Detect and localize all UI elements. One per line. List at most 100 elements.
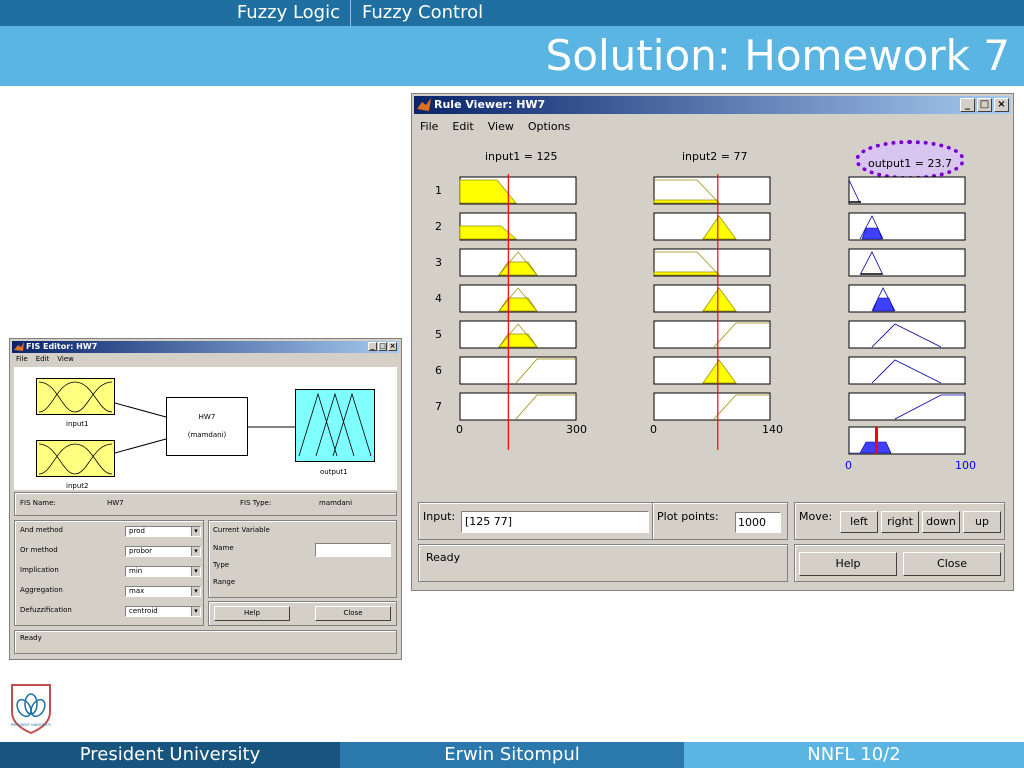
implication-value: min <box>129 567 143 575</box>
output1-label: output1 <box>320 468 348 476</box>
or-method-value: probor <box>129 547 153 555</box>
move-label: Move: <box>799 510 833 523</box>
plot-points-value: 1000 <box>738 516 766 529</box>
fis-editor-titlebar[interactable]: FIS Editor: HW7 _ □ × <box>12 341 399 353</box>
president-university-logo: PRESIDENT UNIVERSITY <box>8 682 54 735</box>
input-label: Input: <box>423 510 456 523</box>
rule-3-input2-mf <box>653 271 720 276</box>
menu-view[interactable]: View <box>57 355 74 363</box>
input1-mf-box[interactable] <box>36 378 115 415</box>
rule-viewer-buttons-panel: Help Close <box>794 544 1005 582</box>
chevron-down-icon: ▾ <box>191 527 200 536</box>
defuzzification-dropdown[interactable]: centroid ▾ <box>125 606 201 617</box>
output-axis-max: 100 <box>955 459 976 472</box>
chevron-down-icon: ▾ <box>191 547 200 556</box>
nav-section-fuzzy-control[interactable]: Fuzzy Control <box>362 0 483 26</box>
fis-info-panel: FIS Name: HW7 FIS Type: mamdani <box>14 492 397 516</box>
input2-mf-plot <box>38 443 113 475</box>
rule-7-input2-box <box>653 392 771 421</box>
fis-diagram-area: input1 input2 HW7 (mamdani) output1 <box>14 367 397 490</box>
fis-status-panel: Ready <box>14 630 397 654</box>
close-window-button[interactable]: × <box>388 342 397 351</box>
aggregation-label: Aggregation <box>20 586 63 594</box>
close-button[interactable]: Close <box>315 606 391 621</box>
or-method-dropdown[interactable]: probor ▾ <box>125 546 201 557</box>
nav-section-fuzzy-logic[interactable]: Fuzzy Logic <box>237 0 350 26</box>
fis-editor-menubar: File Edit View <box>16 355 82 363</box>
status-text: Ready <box>426 551 461 564</box>
plot-points-label: Plot points: <box>657 510 719 523</box>
slide-title: Solution: Homework 7 <box>545 31 1010 80</box>
input1-mf-plot <box>38 381 113 413</box>
fis-system-box[interactable]: HW7 (mamdani) <box>166 397 248 456</box>
rule-5-input2-box <box>653 320 771 349</box>
defuzzification-label: Defuzzification <box>20 606 72 614</box>
rule-7-output-box <box>848 392 966 421</box>
move-up-button[interactable]: up <box>963 511 1001 533</box>
input2-label: input2 <box>66 482 89 490</box>
minimize-button[interactable]: _ <box>368 342 377 351</box>
help-button[interactable]: Help <box>799 552 897 576</box>
name-label: Name <box>213 544 234 552</box>
input2-axis-min: 0 <box>650 423 657 436</box>
input-vector-value: [125 77] <box>465 515 513 528</box>
rule-5-output-box <box>848 320 966 349</box>
help-button[interactable]: Help <box>214 606 290 621</box>
output-column <box>848 176 966 455</box>
rule-viewer-status-panel: Ready <box>418 544 788 582</box>
move-panel: Move: left right down up <box>794 502 1005 540</box>
rule-plots-canvas[interactable] <box>412 94 1013 474</box>
fis-editor-window: FIS Editor: HW7 _ □ × File Edit View input… <box>9 338 402 660</box>
input2-column <box>653 174 771 450</box>
rule-6-output-box <box>848 356 966 385</box>
move-left-button[interactable]: left <box>840 511 878 533</box>
footer-author: Erwin Sitompul <box>340 742 684 768</box>
rule-1-input2-mf <box>653 199 720 204</box>
variable-name-field[interactable] <box>315 543 391 557</box>
output1-mf-box[interactable] <box>295 389 375 462</box>
close-button[interactable]: Close <box>903 552 1001 576</box>
matlab-logo-icon <box>14 342 24 351</box>
type-label: Type <box>213 561 230 569</box>
system-name: HW7 <box>198 413 216 421</box>
menu-edit[interactable]: Edit <box>36 355 50 363</box>
fis-type-label: FIS Type: <box>240 499 272 507</box>
aggregation-value: max <box>129 587 145 595</box>
rule-4-output-box <box>848 284 966 313</box>
chevron-down-icon: ▾ <box>191 567 200 576</box>
move-right-button[interactable]: right <box>881 511 919 533</box>
menu-file[interactable]: File <box>16 355 28 363</box>
fis-type-value: mamdani <box>319 499 353 507</box>
fis-name-label: FIS Name: <box>20 499 56 507</box>
slide-title-band: Solution: Homework 7 <box>0 26 1024 86</box>
logo-text: PRESIDENT UNIVERSITY <box>11 723 52 727</box>
and-method-dropdown[interactable]: prod ▾ <box>125 526 201 537</box>
footer-course-page: NNFL 10/2 <box>684 742 1024 768</box>
rule-7-input1-box <box>459 392 577 421</box>
input-vector-field[interactable]: [125 77] <box>461 511 649 533</box>
rule-viewer-window: Rule Viewer: HW7 _ □ × File Edit View Optio… <box>411 93 1014 591</box>
input1-axis-max: 300 <box>566 423 587 436</box>
implication-dropdown[interactable]: min ▾ <box>125 566 201 577</box>
input1-label: input1 <box>66 420 89 428</box>
current-variable-panel: Current Variable Name Type Range <box>208 520 397 598</box>
university-crest-icon: PRESIDENT UNIVERSITY <box>11 684 52 735</box>
system-type: (mamdani) <box>187 431 227 439</box>
plot-points-panel: Plot points: 1000 <box>652 502 788 540</box>
footer-university: President University <box>0 742 340 768</box>
input2-mf-box[interactable] <box>36 440 115 477</box>
move-down-button[interactable]: down <box>922 511 960 533</box>
or-method-label: Or method <box>20 546 58 554</box>
fis-name-value: HW7 <box>107 499 124 507</box>
aggregation-dropdown[interactable]: max ▾ <box>125 586 201 597</box>
range-label: Range <box>213 578 236 586</box>
chevron-down-icon: ▾ <box>191 607 200 616</box>
input2-axis-max: 140 <box>762 423 783 436</box>
current-variable-label: Current Variable <box>213 526 270 534</box>
slide-footer: President University Erwin Sitompul NNFL… <box>0 742 1024 768</box>
output-axis-min: 0 <box>845 459 852 472</box>
maximize-button[interactable]: □ <box>378 342 387 351</box>
and-method-value: prod <box>129 527 145 535</box>
plot-points-field[interactable]: 1000 <box>735 512 781 533</box>
status-text: Ready <box>20 634 42 642</box>
